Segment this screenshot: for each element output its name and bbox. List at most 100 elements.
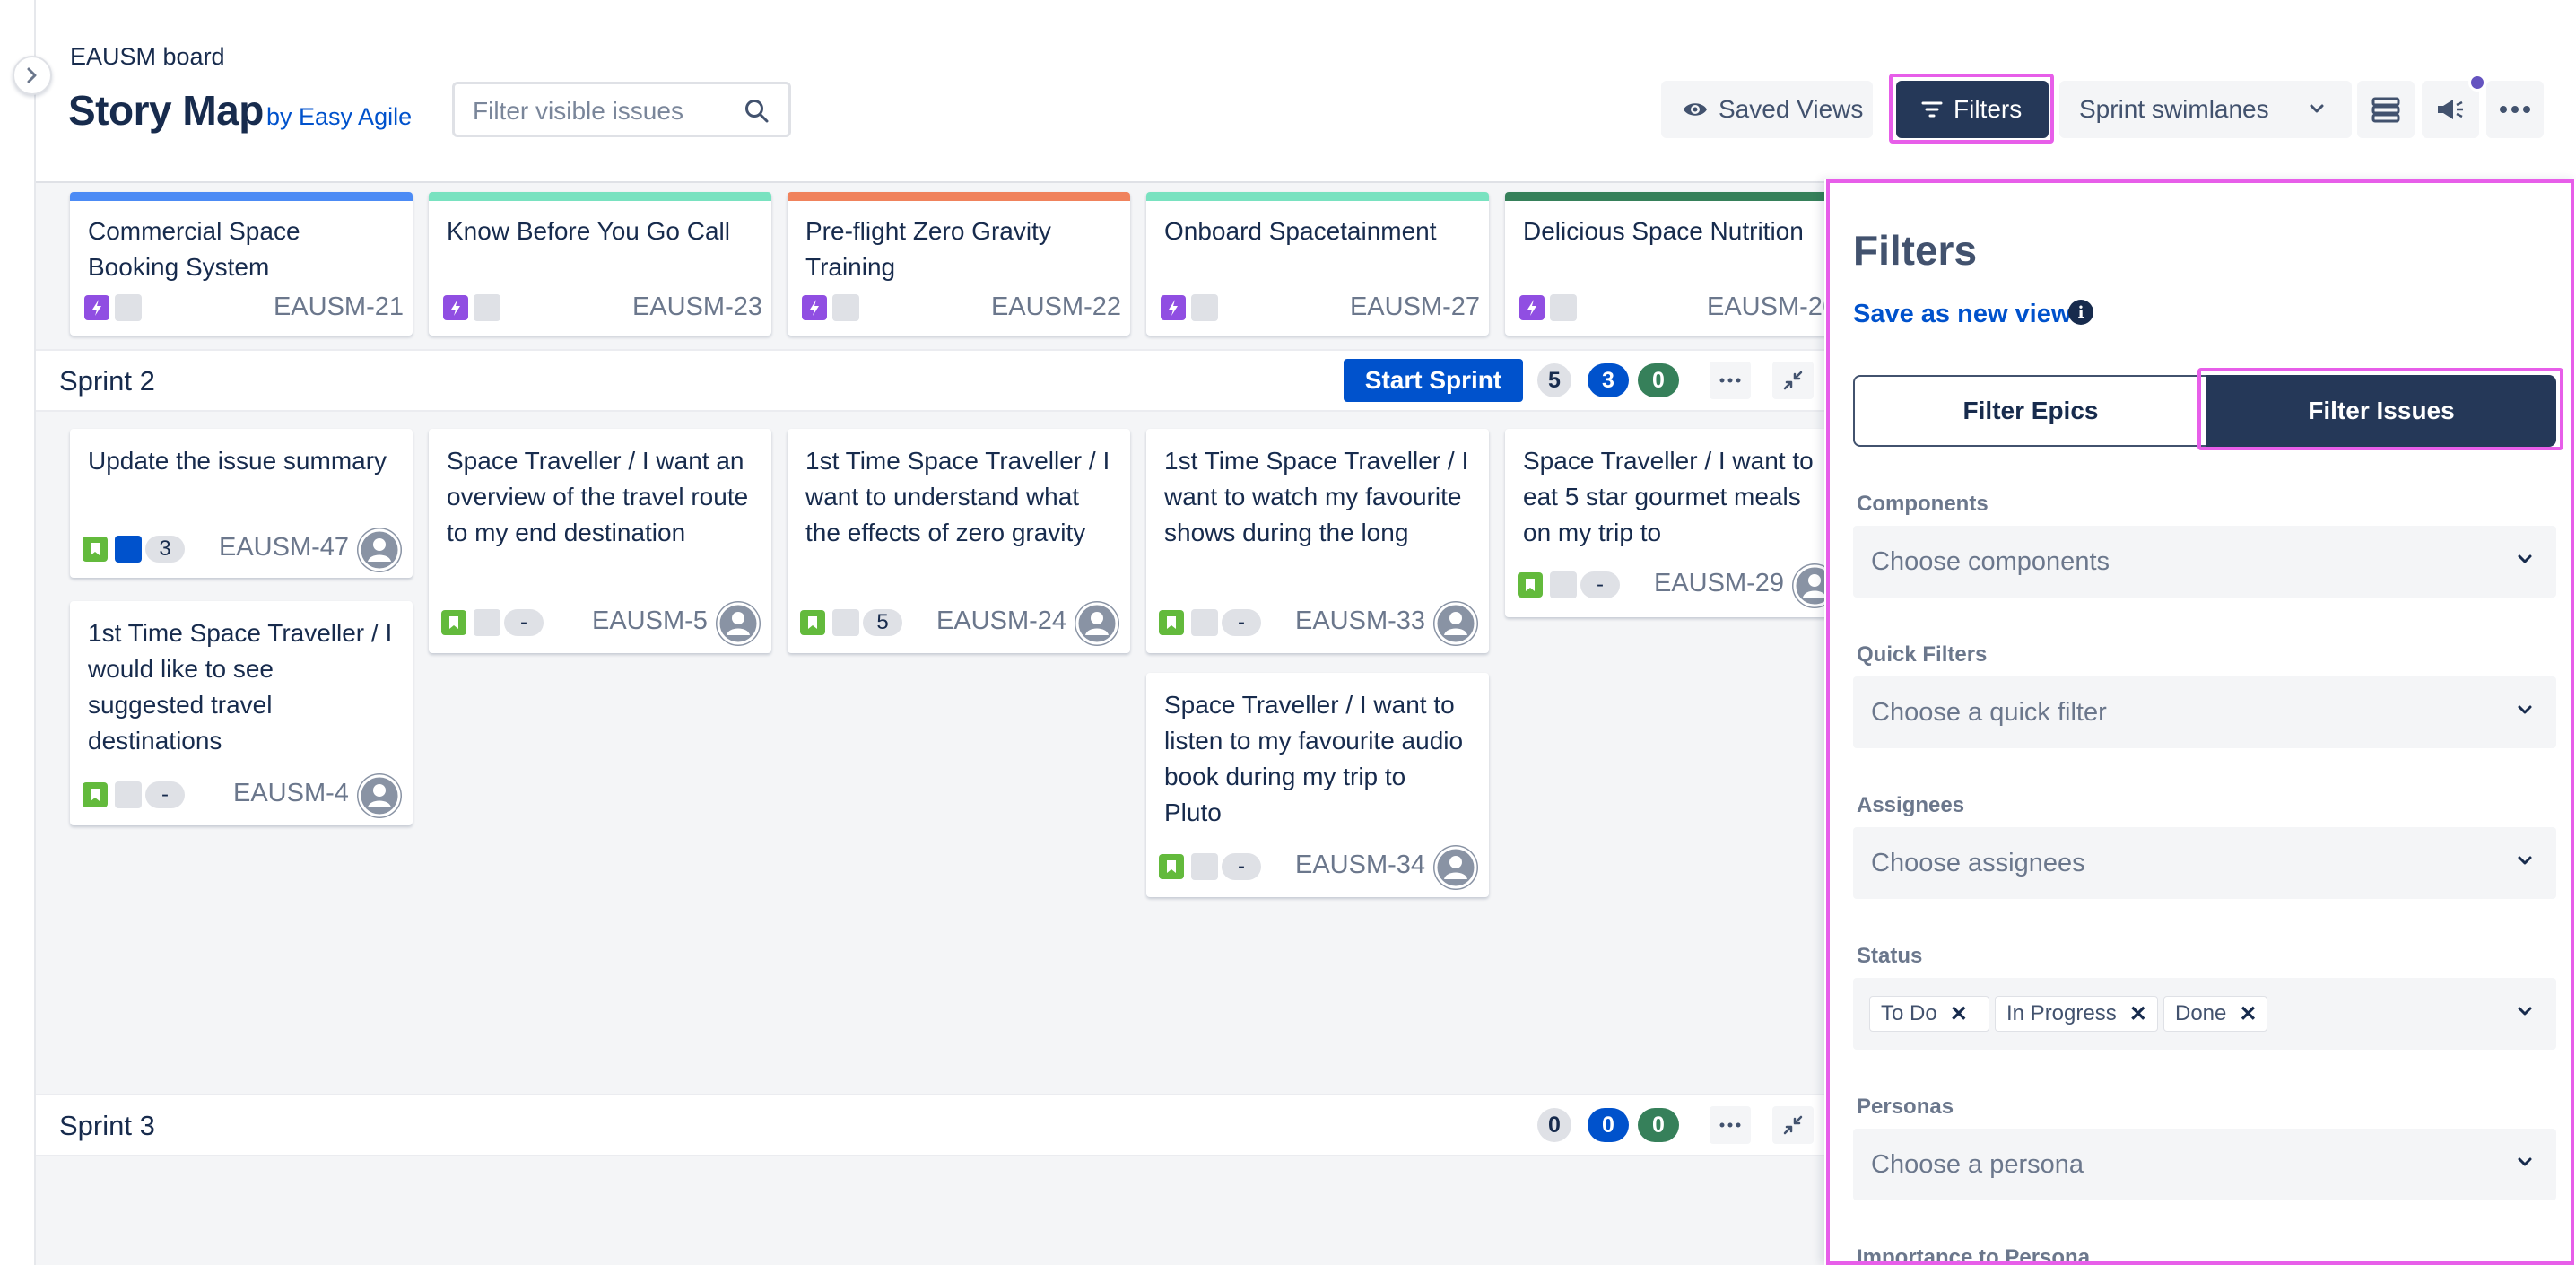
- epic-icon: [1161, 295, 1186, 320]
- status-select[interactable]: To Do ✕ In Progress ✕ Done ✕: [1853, 978, 2556, 1050]
- story-icon: [83, 537, 108, 562]
- epic-icon: [84, 295, 109, 320]
- quick-filters-select[interactable]: Choose a quick filter: [1853, 676, 2556, 748]
- story-card[interactable]: Update the issue summary 3 EAUSM-47: [70, 429, 413, 578]
- assignees-select[interactable]: Choose assignees: [1853, 827, 2556, 899]
- epic-key[interactable]: EAUSM-21: [274, 292, 404, 322]
- expand-sidebar-button[interactable]: [13, 56, 52, 95]
- chevron-down-icon: [2518, 1157, 2532, 1166]
- done-count-badge: 0: [1638, 363, 1679, 397]
- remove-tag-icon[interactable]: ✕: [2239, 1001, 2257, 1027]
- filters-panel-title: Filters: [1853, 227, 1978, 274]
- sprint-3-header: Sprint 3 0 0 0: [36, 1094, 1830, 1156]
- story-points: -: [1222, 609, 1261, 636]
- epic-color-bar: [1505, 192, 1848, 201]
- status-label: Status: [1857, 944, 1923, 968]
- status-tag: To Do ✕: [1869, 996, 1989, 1032]
- more-options-button[interactable]: [2486, 81, 2544, 138]
- status-tag-label: In Progress: [2006, 1001, 2117, 1025]
- story-key[interactable]: EAUSM-33: [1295, 606, 1425, 636]
- epic-key[interactable]: EAUSM-23: [632, 292, 762, 322]
- filter-epics-tab[interactable]: Filter Epics: [1853, 375, 2208, 447]
- epic-color-bar: [429, 192, 771, 201]
- status-tag: In Progress ✕: [1995, 996, 2158, 1032]
- start-sprint-button[interactable]: Start Sprint: [1344, 359, 1523, 402]
- info-icon[interactable]: i: [2068, 300, 2093, 325]
- layout-toggle-button[interactable]: [2357, 81, 2415, 138]
- assignees-label: Assignees: [1857, 793, 1965, 817]
- avatar[interactable]: [716, 601, 761, 646]
- epic-title: Know Before You Go Call: [447, 217, 730, 245]
- board-name: EAUSM board: [70, 43, 225, 70]
- eye-icon: [1684, 103, 1707, 116]
- epic-card[interactable]: Commercial Space Booking System EAUSM-21: [70, 192, 413, 336]
- sprint-more-button[interactable]: [1710, 362, 1751, 399]
- components-label: Components: [1857, 492, 1989, 516]
- story-card[interactable]: Space Traveller / I want to eat 5 star g…: [1505, 429, 1848, 617]
- saved-views-button[interactable]: Saved Views: [1661, 81, 1873, 138]
- sprint-2-header: Sprint 2 Start Sprint 5 3 0: [36, 349, 1830, 412]
- sprint-collapse-button[interactable]: [1772, 362, 1814, 399]
- collapse-icon: [1783, 1115, 1803, 1135]
- story-points: 3: [145, 536, 185, 563]
- layers-icon: [2371, 97, 2400, 123]
- epic-key[interactable]: EAUSM-22: [991, 292, 1121, 322]
- personas-placeholder: Choose a persona: [1871, 1150, 2084, 1179]
- save-as-new-view-link[interactable]: Save as new view: [1853, 300, 2071, 329]
- epic-card[interactable]: Delicious Space Nutrition EAUSM-26: [1505, 192, 1848, 336]
- epic-card[interactable]: Know Before You Go Call EAUSM-23: [429, 192, 771, 336]
- epic-meta-box: [115, 294, 142, 321]
- remove-tag-icon[interactable]: ✕: [2129, 1001, 2147, 1027]
- components-select[interactable]: Choose components: [1853, 526, 2556, 598]
- status-box: [115, 536, 142, 563]
- avatar[interactable]: [357, 528, 402, 572]
- story-card[interactable]: Space Traveller / I want to listen to my…: [1146, 673, 1489, 897]
- status-tag: Done ✕: [2163, 996, 2267, 1032]
- story-card[interactable]: 1st Time Space Traveller / I want to wat…: [1146, 429, 1489, 653]
- avatar[interactable]: [1433, 601, 1478, 646]
- more-horizontal-icon: [1719, 378, 1741, 383]
- epic-card[interactable]: Onboard Spacetainment EAUSM-27: [1146, 192, 1489, 336]
- epic-color-bar: [70, 192, 413, 201]
- chevron-down-icon: [2518, 1007, 2532, 1016]
- filters-button-highlight: [1889, 74, 2054, 144]
- story-title: Space Traveller / I want to eat 5 star g…: [1523, 447, 1814, 546]
- story-icon: [441, 610, 466, 635]
- epic-key[interactable]: EAUSM-26: [1707, 292, 1837, 322]
- personas-select[interactable]: Choose a persona: [1853, 1129, 2556, 1200]
- epic-card[interactable]: Pre-flight Zero Gravity Training EAUSM-2…: [788, 192, 1130, 336]
- search-input[interactable]: Filter visible issues: [452, 82, 791, 137]
- remove-tag-icon[interactable]: ✕: [1950, 1001, 1968, 1027]
- avatar[interactable]: [357, 773, 402, 818]
- quick-filters-placeholder: Choose a quick filter: [1871, 698, 2107, 727]
- sprint-collapse-button[interactable]: [1772, 1106, 1814, 1144]
- story-icon: [83, 782, 108, 807]
- chevron-down-icon: [2518, 554, 2532, 563]
- avatar[interactable]: [1075, 601, 1119, 646]
- story-points: -: [1580, 571, 1620, 598]
- story-key[interactable]: EAUSM-34: [1295, 851, 1425, 880]
- avatar[interactable]: [1433, 845, 1478, 890]
- more-horizontal-icon: [2500, 106, 2530, 113]
- epic-title: Onboard Spacetainment: [1164, 217, 1437, 245]
- announcements-button[interactable]: [2422, 81, 2479, 138]
- story-key[interactable]: EAUSM-47: [219, 533, 349, 563]
- story-card[interactable]: Space Traveller / I want an overview of …: [429, 429, 771, 653]
- sprint-more-button[interactable]: [1710, 1106, 1751, 1144]
- story-icon: [1159, 610, 1184, 635]
- story-card[interactable]: 1st Time Space Traveller / I would like …: [70, 601, 413, 825]
- story-key[interactable]: EAUSM-4: [233, 779, 349, 808]
- epic-color-bar: [1146, 192, 1489, 201]
- done-count-badge: 0: [1638, 1108, 1679, 1142]
- story-key[interactable]: EAUSM-24: [936, 606, 1066, 636]
- chevron-down-icon: [2518, 856, 2532, 865]
- epic-key[interactable]: EAUSM-27: [1350, 292, 1480, 322]
- app-by-link[interactable]: by Easy Agile: [266, 103, 412, 131]
- story-icon: [1159, 854, 1184, 879]
- epic-icon: [443, 295, 468, 320]
- story-key[interactable]: EAUSM-29: [1654, 569, 1784, 598]
- story-card[interactable]: 1st Time Space Traveller / I want to und…: [788, 429, 1130, 653]
- swimlanes-dropdown[interactable]: Sprint swimlanes: [2059, 81, 2352, 138]
- story-key[interactable]: EAUSM-5: [592, 606, 708, 636]
- story-icon: [1518, 572, 1543, 598]
